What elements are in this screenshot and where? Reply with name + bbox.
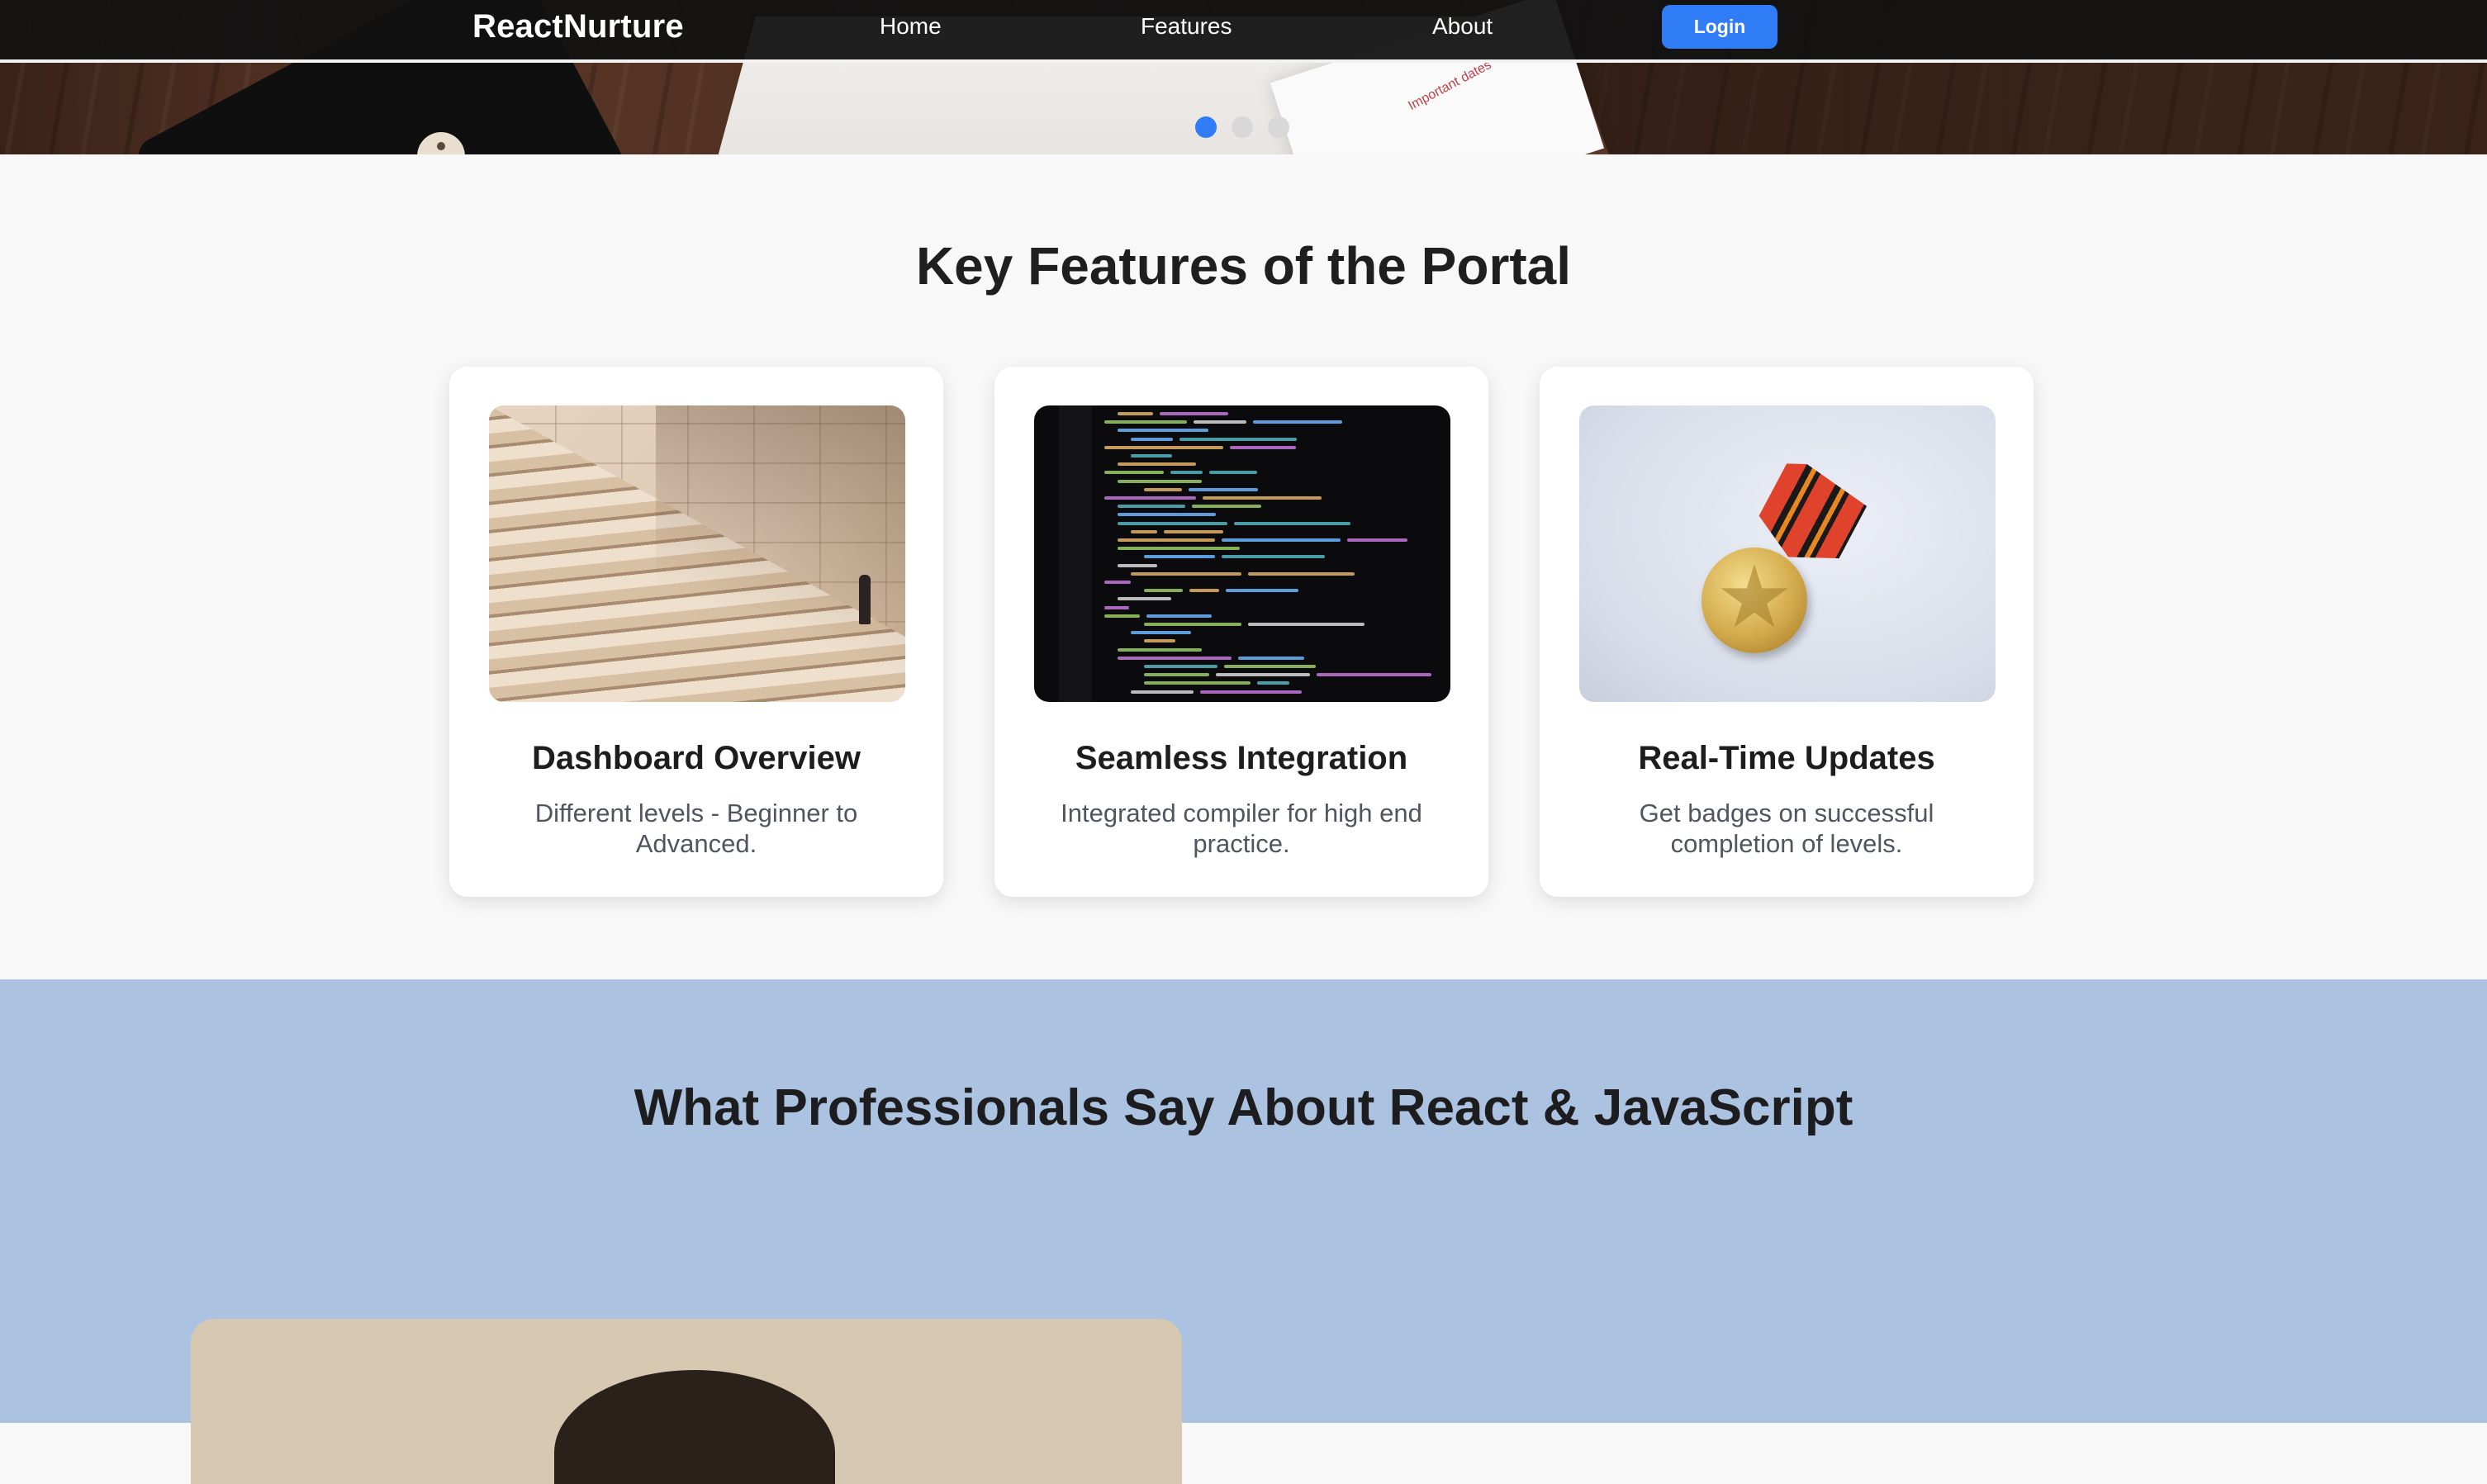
code-line (1104, 471, 1164, 475)
code-line (1104, 581, 1131, 584)
navbar: ReactNurture Home Features About Login (0, 0, 2487, 63)
feature-card-dashboard[interactable]: Dashboard Overview Different levels - Be… (449, 367, 943, 897)
nav-link-about[interactable]: About (1432, 13, 1493, 40)
code-line (1194, 420, 1246, 424)
brand-logo[interactable]: ReactNurture (472, 8, 684, 45)
code-line (1144, 623, 1241, 626)
code-line (1170, 471, 1203, 475)
code-line (1234, 521, 1350, 525)
code-line (1238, 656, 1304, 660)
code-line (1104, 445, 1223, 449)
code-line (1200, 690, 1302, 694)
code-line (1118, 505, 1185, 509)
testimonial-card (191, 1319, 1182, 1484)
testimonials-section: What Professionals Say About React & Jav… (0, 979, 2487, 1484)
code-line (1104, 614, 1140, 618)
stairs-photo (489, 405, 905, 702)
code-line (1118, 597, 1171, 601)
stairs-shade (655, 405, 905, 702)
code-screen-photo (1034, 405, 1450, 702)
feature-desc: Different levels - Beginner to Advanced. (534, 799, 858, 858)
testimonials-title: What Professionals Say About React & Jav… (634, 1079, 1853, 1136)
code-line (1118, 563, 1157, 567)
code-line (1347, 538, 1407, 542)
carousel-dot-3[interactable] (1268, 116, 1289, 138)
code-line (1144, 665, 1217, 668)
code-line (1189, 589, 1219, 593)
code-line (1160, 412, 1228, 415)
stairs-person (859, 575, 871, 624)
code-line (1144, 639, 1175, 643)
code-line (1222, 555, 1325, 559)
code-line (1144, 555, 1215, 559)
code-line (1226, 589, 1298, 593)
code-line (1118, 547, 1240, 551)
code-line (1203, 496, 1322, 500)
code-line (1222, 538, 1341, 542)
code-line (1118, 656, 1232, 660)
code-line (1230, 445, 1296, 449)
code-line (1192, 505, 1261, 509)
code-line (1131, 454, 1172, 458)
testimonial-photo (554, 1370, 835, 1484)
carousel-indicators (1195, 116, 1289, 138)
code-line (1144, 673, 1209, 677)
feature-title: Seamless Integration (1075, 740, 1408, 776)
code-gutter (1059, 405, 1092, 702)
nav-link-features[interactable]: Features (1141, 13, 1232, 40)
nav-link-home[interactable]: Home (880, 13, 942, 40)
code-line (1131, 571, 1241, 576)
medal-photo (1579, 405, 1996, 702)
code-line (1118, 647, 1202, 652)
code-line (1118, 479, 1202, 483)
code-line (1118, 412, 1153, 415)
feature-title: Dashboard Overview (532, 740, 861, 776)
code-line (1104, 496, 1196, 500)
code-line (1118, 513, 1216, 517)
code-line (1224, 665, 1316, 668)
features-title: Key Features of the Portal (915, 236, 1572, 296)
code-line (1146, 614, 1212, 618)
code-line (1209, 471, 1257, 475)
feature-desc: Get badges on successful completion of l… (1639, 799, 1934, 858)
feature-card-updates[interactable]: Real-Time Updates Get badges on successf… (1540, 367, 2034, 897)
login-button[interactable]: Login (1662, 5, 1777, 49)
code-line (1253, 420, 1342, 424)
code-line (1317, 673, 1431, 677)
code-line (1144, 487, 1182, 491)
code-line (1248, 571, 1355, 576)
code-line (1189, 487, 1258, 491)
code-line (1131, 690, 1194, 694)
feature-card-integration[interactable]: Seamless Integration Integrated compiler… (994, 367, 1488, 897)
code-line (1248, 623, 1365, 626)
feature-title: Real-Time Updates (1638, 740, 1935, 776)
code-line (1179, 437, 1297, 441)
code-line (1131, 529, 1157, 533)
code-line (1118, 538, 1215, 542)
code-line (1118, 462, 1196, 467)
code-line (1118, 521, 1227, 525)
code-line (1131, 631, 1191, 635)
carousel-dot-1[interactable] (1195, 116, 1217, 138)
code-line (1144, 681, 1251, 685)
feature-desc: Integrated compiler for high end practic… (1061, 799, 1422, 858)
carousel-dot-2[interactable] (1232, 116, 1253, 138)
code-line (1104, 420, 1187, 424)
code-line (1164, 529, 1223, 533)
code-line (1131, 437, 1173, 441)
code-line (1118, 429, 1208, 433)
code-line (1257, 681, 1289, 685)
code-line (1216, 673, 1310, 677)
code-line (1104, 605, 1129, 609)
code-line (1144, 589, 1183, 593)
